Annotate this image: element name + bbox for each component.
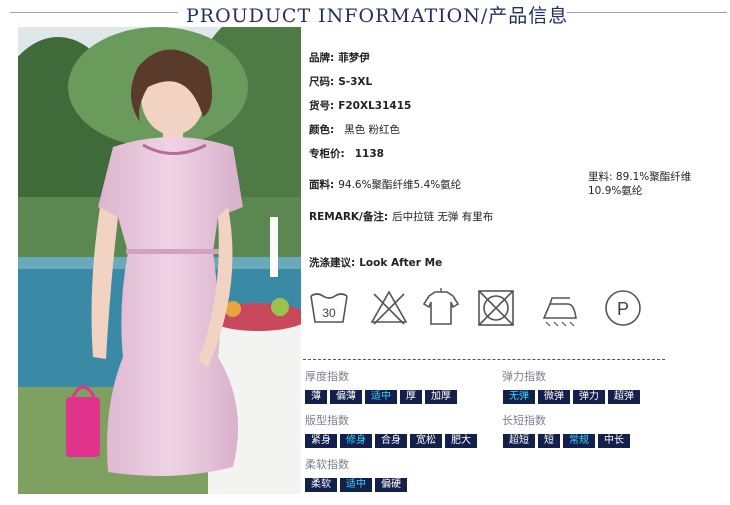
lining-value-1: 89.1%聚酯纤维 [615,171,692,183]
dryclean-letter: P [617,299,629,319]
thickness-title: 厚度指数 [305,370,349,383]
no-tumble-dry-icon [478,290,514,326]
softness-option: 适中 [340,478,372,492]
length-option: 短 [538,434,560,448]
wash-temp: 30 [322,306,336,320]
softness-option: 偏硬 [375,478,407,492]
thickness-option: 厚 [400,390,422,404]
thickness-option: 偏薄 [330,390,362,404]
color-row: 颜色: 黑色 粉红色 [309,122,400,137]
fit-option: 修身 [340,434,372,448]
sku-label: 货号: [309,100,335,112]
size-value: S-3XL [338,76,373,88]
price-row: 专柜价: 1138 [309,146,384,161]
wash-row: 洗涤建议: Look After Me [309,255,442,270]
fit-option: 合身 [375,434,407,448]
fit-option: 紧身 [305,434,337,448]
wash-label: 洗涤建议: [309,257,356,269]
fabric-label: 面料: [309,179,335,191]
page-title: PROUDUCT INFORMATION/产品信息 [186,5,569,27]
lining-label: 里料: [588,171,613,183]
product-photo [18,27,301,494]
brand-row: 品牌: 菲梦伊 [309,50,370,65]
fabric-value: 94.6%聚酯纤维5.4%氨纶 [338,179,462,191]
fit-scale: 紧身 修身 合身 宽松 肥大 [305,434,477,448]
length-option: 中长 [598,434,630,448]
price-value: 1138 [354,148,384,160]
sku-row: 货号: F20XL31415 [309,98,411,113]
elasticity-option: 微弹 [538,390,570,404]
remark-label: REMARK/备注: [309,211,389,223]
length-scale: 超短短常规 中长 [503,434,630,448]
brand-label: 品牌: [309,52,335,64]
softness-option: 柔软 [305,478,337,492]
remark-row: REMARK/备注: 后中拉链 无弹 有里布 [309,209,493,224]
thickness-option: 薄 [305,390,327,404]
header-rule-left [10,12,178,13]
elasticity-scale: 无弹 微弹 弹力 超弹 [503,390,640,404]
length-option: 超短 [503,434,535,448]
price-label: 专柜价: [309,148,345,160]
fabric-row: 面料: 94.6%聚酯纤维5.4%氨纶 [309,177,461,192]
elasticity-option: 无弹 [503,390,535,404]
thickness-option: 加厚 [425,390,457,404]
wash-30-icon: 30 [310,293,348,323]
wash-value: Look After Me [359,257,443,269]
fit-title: 版型指数 [305,414,349,427]
thickness-option: 适中 [365,390,397,404]
length-option: 常规 [563,434,595,448]
dry-clean-p-icon: P [605,290,641,326]
iron-icon [542,297,577,327]
softness-scale: 柔软 适中 偏硬 [305,478,407,492]
brand-value: 菲梦伊 [338,52,370,64]
fit-option: 肥大 [445,434,477,448]
lining-value-2: 10.9%氨纶 [588,185,643,197]
elasticity-title: 弹力指数 [502,370,546,383]
remark-value: 后中拉链 无弹 有里布 [392,211,494,223]
hang-dry-icon [422,288,460,325]
size-row: 尺码: S-3XL [309,74,372,89]
lining-block: 里料: 89.1%聚酯纤维 10.9%氨纶 [588,170,708,198]
header-rule-right [567,12,727,13]
length-title: 长短指数 [502,414,546,427]
size-label: 尺码: [309,76,335,88]
fit-option: 宽松 [410,434,442,448]
sku-value: F20XL31415 [338,100,412,112]
elasticity-option: 超弹 [608,390,640,404]
color-label: 颜色: [309,124,335,136]
elasticity-option: 弹力 [573,390,605,404]
no-bleach-icon [370,290,408,325]
thickness-scale: 薄偏薄 适中厚加厚 [305,390,457,404]
softness-title: 柔软指数 [305,458,349,471]
color-value: 黑色 粉红色 [344,124,401,136]
divider [303,359,665,360]
